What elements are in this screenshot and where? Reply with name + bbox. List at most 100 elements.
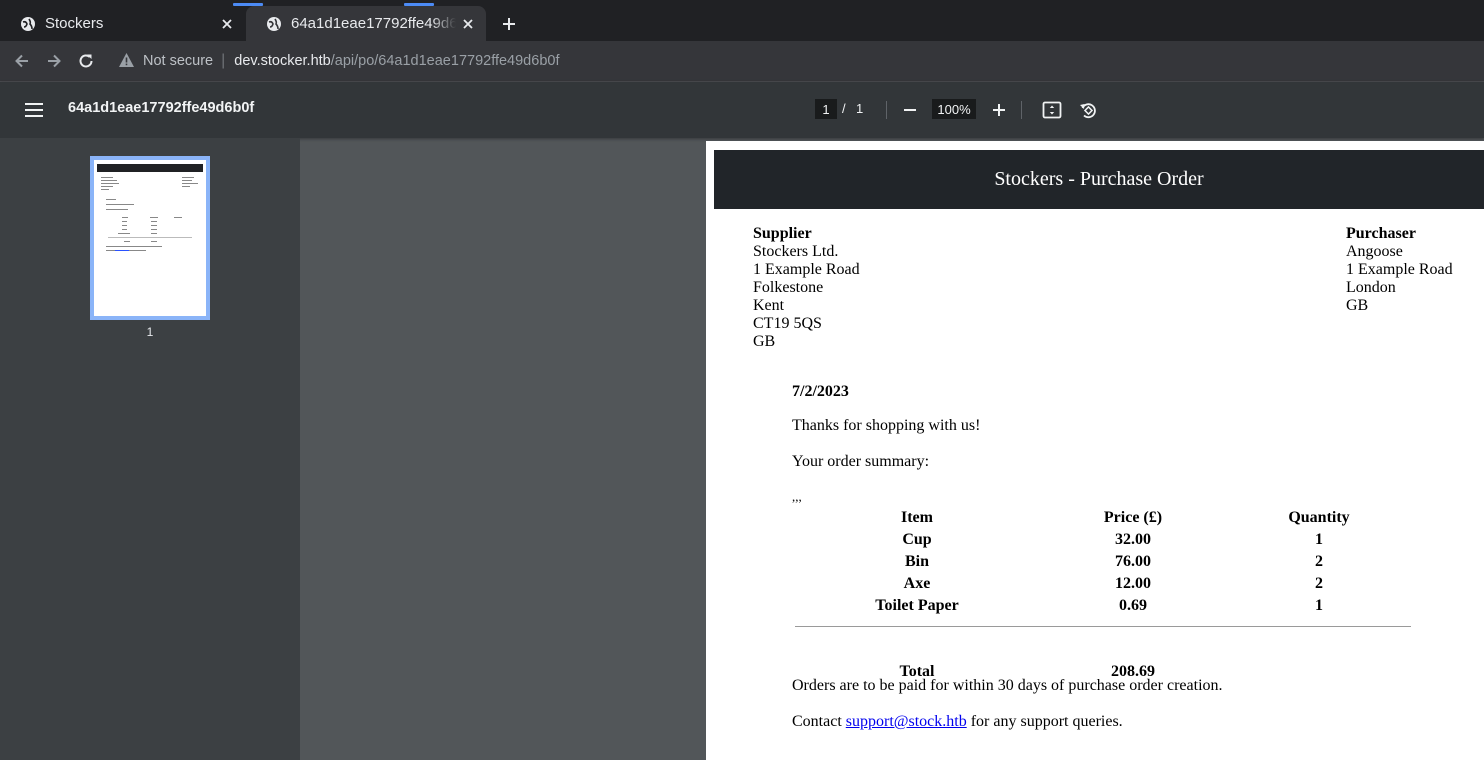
order-date: 7/2/2023 (792, 383, 849, 400)
globe-icon (20, 16, 36, 32)
back-button[interactable] (10, 49, 34, 73)
new-tab-button[interactable] (497, 12, 521, 36)
thumbnail-line (151, 225, 157, 226)
column-header: Quantity (1288, 509, 1350, 526)
thumbnail-line (150, 217, 158, 218)
thumbnail-line (108, 237, 192, 238)
reload-icon (79, 54, 93, 68)
table-row: Cup 32.00 1 (793, 529, 1413, 551)
tab-stockers[interactable]: Stockers (0, 6, 245, 41)
security-label[interactable]: Not secure (143, 53, 213, 69)
tab-strip: Stockers 64a1d1eae17792ffe49d6b0f (0, 0, 1484, 41)
thumbnail-line (122, 225, 127, 226)
item-quantity: 1 (1315, 597, 1323, 614)
thumbnail-line (182, 180, 192, 181)
thumbnail-line (182, 183, 198, 184)
tab-title: 64a1d1eae17792ffe49d6b0f (291, 15, 456, 32)
column-header: Price (£) (1103, 509, 1163, 526)
plus-icon (993, 104, 1005, 116)
close-tab-icon[interactable] (215, 12, 239, 36)
forward-button[interactable] (42, 49, 66, 73)
thumbnail-line (101, 183, 119, 184)
table-row: Bin 76.00 2 (793, 551, 1413, 573)
thumbnail-page-number: 1 (146, 325, 154, 339)
rotate-icon (1080, 103, 1096, 119)
item-price: 32.00 (1115, 531, 1151, 548)
tab-title: Stockers (45, 15, 104, 32)
globe-icon (266, 16, 282, 32)
url-path: /api/po/64a1d1eae17792ffe49d6b0f (330, 53, 560, 69)
order-summary-label: Your order summary: (792, 453, 930, 470)
item-quantity: 1 (1315, 531, 1323, 548)
thumbnail-line (101, 180, 117, 181)
support-email-link[interactable]: support@stock.htb (846, 713, 967, 730)
thumbnail-line (151, 229, 157, 230)
zoom-out-button[interactable] (898, 98, 922, 122)
table-row: Axe 12.00 2 (793, 573, 1413, 595)
item-name: Toilet Paper (875, 597, 959, 614)
thumbnail-line (122, 217, 128, 218)
thumbnail-line (182, 177, 194, 178)
browser-toolbar: Not secure | dev.stocker.htb/api/po/64a1… (0, 41, 1484, 82)
thumbnail-line (106, 199, 116, 200)
zoom-in-button[interactable] (987, 98, 1011, 122)
address-separator: | (221, 52, 226, 69)
stray-marks: ,,, (792, 489, 802, 504)
close-tab-icon[interactable] (456, 12, 480, 36)
arrow-left-icon (15, 54, 28, 68)
purchaser-heading: Purchaser (1346, 225, 1416, 242)
supplier-line: 1 Example Road (753, 261, 860, 278)
payment-note: Orders are to be paid for within 30 days… (792, 677, 1223, 694)
supplier-line: Folkestone (753, 279, 824, 296)
thumbnail-line (151, 221, 157, 222)
zoom-input[interactable]: 100% (932, 99, 976, 119)
page-number-input[interactable]: 1 (815, 99, 837, 119)
supplier-address: Supplier Stockers Ltd. 1 Example Road Fo… (753, 225, 860, 351)
contact-suffix: for any support queries. (966, 713, 1123, 730)
page-thumbnail[interactable] (90, 156, 210, 320)
item-quantity: 2 (1315, 575, 1323, 592)
item-price: 76.00 (1115, 553, 1151, 570)
thumbnail-line (101, 186, 113, 187)
warning-icon[interactable] (118, 52, 136, 70)
thanks-message: Thanks for shopping with us! (792, 417, 981, 434)
contact-prefix: Contact (792, 713, 846, 730)
supplier-line: CT19 5QS (753, 315, 822, 332)
page-separator: / (842, 101, 846, 116)
supplier-line: Stockers Ltd. (753, 243, 839, 260)
purchaser-line: London (1346, 279, 1396, 296)
total-empty (1225, 661, 1413, 683)
thumbnail-line (118, 233, 130, 234)
purchaser-line: Angoose (1346, 243, 1403, 260)
item-name: Cup (902, 531, 932, 548)
thumbnail-line (106, 209, 128, 210)
order-table: Item Price (£) Quantity Cup 32.00 1 Bin … (793, 507, 1413, 683)
column-header: Item (901, 509, 933, 526)
toolbar-divider (886, 101, 887, 119)
url-host: dev.stocker.htb (234, 53, 331, 69)
item-name: Axe (903, 575, 931, 592)
supplier-line: Kent (753, 297, 785, 314)
fit-to-page-button[interactable] (1040, 98, 1064, 122)
tab-purchase-order[interactable]: 64a1d1eae17792ffe49d6b0f (246, 6, 486, 41)
hamburger-icon (25, 103, 43, 117)
arrow-right-icon (48, 54, 61, 68)
thumbnail-line (101, 189, 109, 190)
pdf-toolbar: 64a1d1eae17792ffe49d6b0f 1 / 1 100% (0, 82, 1484, 138)
pdf-page: Stockers - Purchase Order Supplier Stock… (706, 141, 1484, 760)
purchaser-line: GB (1346, 297, 1369, 314)
document-header: Stockers - Purchase Order (714, 150, 1484, 209)
minus-icon (904, 109, 916, 111)
thumbnail-line (122, 229, 127, 230)
reload-button[interactable] (74, 49, 98, 73)
page-total: 1 (856, 101, 864, 116)
menu-button[interactable] (22, 98, 46, 122)
table-spacer-row (793, 617, 1413, 661)
contact-line: Contact support@stock.htb for any suppor… (792, 713, 1123, 731)
table-row: Toilet Paper 0.69 1 (793, 595, 1413, 617)
address-bar[interactable]: Not secure | dev.stocker.htb/api/po/64a1… (110, 45, 1484, 77)
rotate-button[interactable] (1076, 98, 1100, 122)
supplier-heading: Supplier (753, 225, 812, 242)
thumbnail-page (94, 160, 206, 316)
thumbnail-line (122, 221, 127, 222)
